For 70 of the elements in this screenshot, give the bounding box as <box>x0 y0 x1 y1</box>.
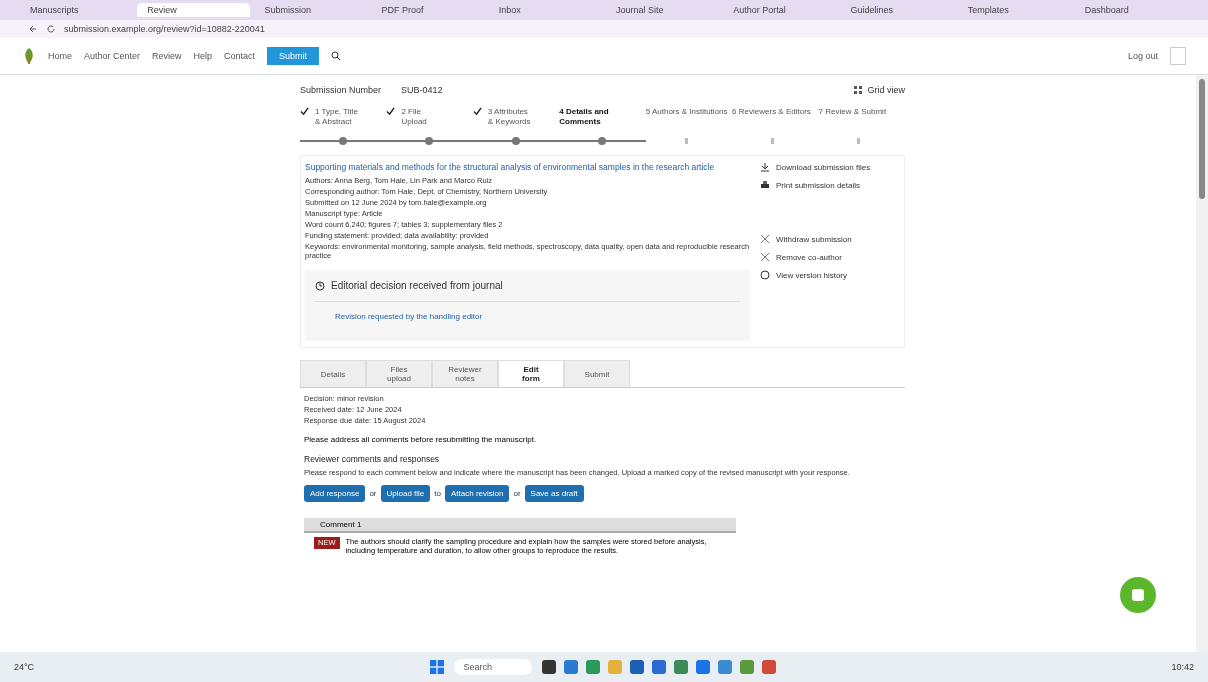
reload-icon[interactable] <box>46 24 56 34</box>
action-button[interactable]: Upload file <box>380 485 431 502</box>
submission-number: SUB-0412 <box>401 85 443 95</box>
action-button[interactable]: Add response <box>304 485 366 502</box>
step-label[interactable]: 1 Type, Title & Abstract <box>315 107 358 135</box>
windows-start-icon[interactable] <box>429 660 444 674</box>
tab[interactable]: Submit <box>564 360 630 387</box>
tab[interactable]: Files upload <box>366 360 432 387</box>
logout-link[interactable]: Log out <box>1127 51 1158 61</box>
section-heading: Reviewer comments and responses <box>304 454 441 464</box>
action-button[interactable]: Attach revision <box>445 485 510 502</box>
step-marker <box>857 138 861 144</box>
taskbar-search[interactable]: Search <box>453 659 533 675</box>
taskbar-app-icons-drawing[interactable] <box>542 660 777 674</box>
browser-tab[interactable]: Review <box>137 3 251 17</box>
weather-text[interactable]: 24°C <box>14 662 35 672</box>
chat-button[interactable] <box>1120 577 1156 613</box>
nav-link[interactable]: Review <box>152 51 182 61</box>
step-label[interactable]: 7 Review & Submit <box>818 107 887 135</box>
back-arrow-icon[interactable] <box>28 24 38 34</box>
action-button[interactable]: Save as draft <box>524 485 584 502</box>
printer-icon <box>760 180 770 190</box>
browser-tab[interactable]: Dashboard <box>1074 3 1189 17</box>
submission-title[interactable]: Supporting materials and methods for the structural analysis of environmental samples in the research article <box>305 162 750 172</box>
close-icon <box>760 252 770 262</box>
comment-panel-header[interactable]: Comment 1 <box>304 518 736 533</box>
action-link[interactable]: Download submission files <box>776 162 871 172</box>
separator-text: or <box>369 489 377 498</box>
browser-tab[interactable]: Author Portal <box>723 3 837 17</box>
browser-tab[interactable]: PDF Proof <box>371 3 485 17</box>
notice-title: Editorial decision received from journal <box>331 280 503 291</box>
grid-icon <box>853 85 864 95</box>
step-marker <box>771 138 774 144</box>
search-icon[interactable] <box>331 51 342 61</box>
address-bar[interactable]: submission.example.org/review?id=10882-220041 <box>64 24 265 34</box>
action-link[interactable]: Print submission details <box>776 180 861 190</box>
step-label[interactable]: 6 Reviewers & Editors <box>732 107 811 135</box>
history-icon <box>760 270 770 280</box>
note-text: Please address all comments before resubmitting the manuscript. <box>304 435 538 444</box>
browser-tab[interactable]: Templates <box>957 3 1071 17</box>
nav-link[interactable]: Contact <box>224 51 256 61</box>
nav-link[interactable]: Author Center <box>84 51 141 61</box>
separator-text: to <box>434 489 441 498</box>
submission-number-label: Submission Number <box>300 85 382 95</box>
clock-text: 10:42 <box>1171 662 1194 672</box>
download-icon <box>760 162 770 172</box>
close-icon <box>760 234 770 244</box>
tab[interactable]: Reviewer notes <box>432 360 498 387</box>
grid-view-link[interactable]: Grid view <box>867 85 905 95</box>
step-marker <box>684 138 688 144</box>
browser-tab[interactable]: Guidelines <box>840 3 954 17</box>
step-label[interactable]: 3 Attributes & Keywords <box>487 107 531 135</box>
action-link[interactable]: Remove co-author <box>776 252 842 262</box>
step-label[interactable]: 4 Details and Comments <box>559 107 609 135</box>
nav-link[interactable]: Home <box>48 51 72 61</box>
notice-link[interactable]: Revision requested by the handling editor <box>335 312 740 321</box>
action-link[interactable]: Withdraw submission <box>776 234 852 244</box>
leaf-logo-icon[interactable] <box>22 47 36 65</box>
nav-link[interactable]: Help <box>193 51 213 61</box>
browser-tab[interactable]: Inbox <box>488 3 602 17</box>
browser-tab[interactable]: Submission <box>254 3 368 17</box>
clock-icon <box>315 280 325 291</box>
browser-tab[interactable]: Journal Site <box>606 3 720 17</box>
action-link[interactable]: View version history <box>776 270 847 280</box>
separator-text: or <box>513 489 521 498</box>
browser-tab[interactable]: Manuscripts <box>20 3 134 17</box>
tab[interactable]: Edit form <box>498 360 564 387</box>
step-label[interactable]: 2 File Upload <box>401 107 427 135</box>
tab[interactable]: Details <box>300 360 366 387</box>
step-label[interactable]: 5 Authors & Institutions <box>645 107 728 135</box>
